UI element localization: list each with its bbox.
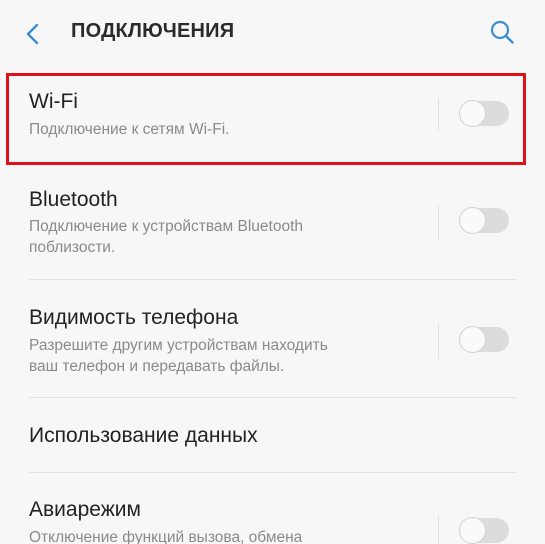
page-title: ПОДКЛЮЧЕНИЯ <box>71 20 235 42</box>
item-subtitle-line-1: Отключение функций вызова, обмена <box>29 529 303 544</box>
vertical-divider <box>438 323 439 359</box>
toggle-knob <box>459 326 486 353</box>
setting-item-bluetooth[interactable]: Bluetooth Подключение к устройствам Blue… <box>0 172 545 280</box>
vertical-divider <box>438 205 439 241</box>
divider <box>29 279 516 280</box>
item-title: Авиарежим <box>29 498 141 521</box>
highlight-box <box>6 73 526 165</box>
setting-item-data-usage[interactable]: Использование данных <box>0 398 545 472</box>
phone-visibility-toggle[interactable] <box>459 326 509 353</box>
search-icon <box>490 20 514 44</box>
item-title: Bluetooth <box>29 188 118 211</box>
bluetooth-toggle[interactable] <box>459 207 509 234</box>
chevron-left-icon <box>26 23 39 45</box>
airplane-mode-toggle[interactable] <box>459 517 509 544</box>
item-subtitle-line-1: Разрешите другим устройствам находить <box>29 337 328 354</box>
toggle-knob <box>459 517 486 544</box>
connections-screen: ПОДКЛЮЧЕНИЯ Wi-Fi Подключение к сетям Wi… <box>0 0 545 544</box>
search-button[interactable] <box>482 12 522 52</box>
item-title: Использование данных <box>29 424 258 447</box>
item-subtitle-line-2: ваш телефон и передавать файлы. <box>29 358 285 375</box>
app-header: ПОДКЛЮЧЕНИЯ <box>0 0 545 64</box>
setting-item-airplane-mode[interactable]: Авиарежим Отключение функций вызова, обм… <box>0 473 545 544</box>
setting-item-phone-visibility[interactable]: Видимость телефона Разрешите другим устр… <box>0 282 545 396</box>
item-title: Видимость телефона <box>29 306 239 329</box>
back-button[interactable] <box>14 14 54 54</box>
item-subtitle-line-1: Подключение к устройствам Bluetooth <box>29 218 303 235</box>
vertical-divider <box>438 515 439 544</box>
item-subtitle-line-2: поблизости. <box>29 239 116 256</box>
toggle-knob <box>459 207 486 234</box>
